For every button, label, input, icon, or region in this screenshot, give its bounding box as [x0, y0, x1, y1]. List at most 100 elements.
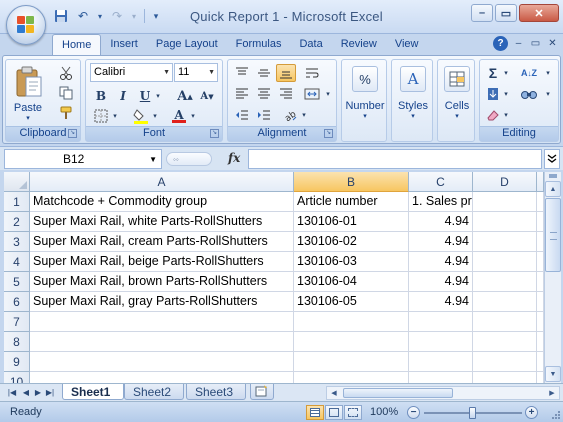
- formula-input[interactable]: [248, 149, 542, 169]
- row-header-10[interactable]: 10: [4, 372, 30, 383]
- vertical-scrollbar[interactable]: ▲ ▼: [544, 172, 561, 383]
- sheet-tab-sheet1[interactable]: Sheet1: [62, 384, 124, 400]
- row-header-7[interactable]: 7: [4, 312, 30, 332]
- cell-d2[interactable]: [473, 212, 537, 232]
- zoom-in-button[interactable]: +: [525, 406, 538, 419]
- cell-c7[interactable]: [409, 312, 473, 332]
- cell-a6[interactable]: Super Maxi Rail, gray Parts-RollShutters: [30, 292, 294, 312]
- autosum-dropdown-icon[interactable]: ▾: [502, 64, 510, 82]
- row-header-8[interactable]: 8: [4, 332, 30, 352]
- cell-c4[interactable]: 4.94: [409, 252, 473, 272]
- next-sheet-icon[interactable]: ▶: [32, 386, 44, 399]
- row-header-3[interactable]: 3: [4, 232, 30, 252]
- align-middle-icon[interactable]: [254, 64, 274, 82]
- cell-d9[interactable]: [473, 352, 537, 372]
- column-header-d[interactable]: D: [473, 172, 537, 192]
- cell-d6[interactable]: [473, 292, 537, 312]
- find-select-icon[interactable]: [516, 85, 542, 103]
- scroll-right-icon[interactable]: ▶: [545, 387, 559, 399]
- clear-dropdown-icon[interactable]: ▾: [502, 106, 510, 124]
- cut-icon[interactable]: [56, 64, 76, 82]
- merge-dropdown-icon[interactable]: ▾: [324, 85, 332, 103]
- orientation-dropdown-icon[interactable]: ▾: [300, 106, 308, 124]
- cell-a10[interactable]: [30, 372, 294, 383]
- page-layout-view-button[interactable]: [325, 405, 343, 420]
- cell-d7[interactable]: [473, 312, 537, 332]
- insert-function-button[interactable]: fx: [228, 151, 240, 165]
- align-top-icon[interactable]: [232, 64, 252, 82]
- workbook-minimize-icon[interactable]: –: [512, 37, 525, 50]
- cell-b5[interactable]: 130106-04: [294, 272, 409, 292]
- shrink-font-button[interactable]: A ▼: [198, 87, 216, 105]
- find-dropdown-icon[interactable]: ▾: [544, 85, 552, 103]
- insert-sheet-icon[interactable]: [250, 384, 274, 400]
- cell-a8[interactable]: [30, 332, 294, 352]
- sort-filter-dropdown-icon[interactable]: ▾: [544, 64, 552, 82]
- cell-d10[interactable]: [473, 372, 537, 383]
- font-color-dropdown-icon[interactable]: ▾: [189, 108, 197, 124]
- tab-view[interactable]: View: [386, 34, 428, 56]
- cell-c5[interactable]: 4.94: [409, 272, 473, 292]
- cell-c6[interactable]: 4.94: [409, 292, 473, 312]
- last-sheet-icon[interactable]: ▶|: [44, 386, 56, 399]
- bold-button[interactable]: B: [92, 87, 110, 105]
- cell-c8[interactable]: [409, 332, 473, 352]
- sheet-tab-sheet2[interactable]: Sheet2: [124, 384, 184, 400]
- help-icon[interactable]: ?: [493, 36, 508, 51]
- borders-dropdown-icon[interactable]: ▾: [111, 108, 119, 124]
- row-header-9[interactable]: 9: [4, 352, 30, 372]
- grow-font-button[interactable]: A ▲: [176, 87, 194, 105]
- cell-a1[interactable]: Matchcode + Commodity group: [30, 192, 294, 212]
- save-icon[interactable]: [52, 8, 70, 24]
- cell-b9[interactable]: [294, 352, 409, 372]
- cell-b1[interactable]: Article number: [294, 192, 409, 212]
- styles-group[interactable]: A Styles ▾: [391, 59, 433, 142]
- font-launcher-icon[interactable]: ↘: [210, 129, 219, 138]
- prev-sheet-icon[interactable]: ◀: [20, 386, 32, 399]
- autosum-icon[interactable]: Σ: [484, 64, 502, 82]
- cell-d4[interactable]: [473, 252, 537, 272]
- fill-icon[interactable]: [484, 85, 502, 103]
- cell-b7[interactable]: [294, 312, 409, 332]
- zoom-out-button[interactable]: −: [407, 406, 420, 419]
- scroll-up-icon[interactable]: ▲: [545, 181, 561, 197]
- tab-home[interactable]: Home: [52, 34, 102, 56]
- tab-data[interactable]: Data: [290, 34, 331, 56]
- clear-icon[interactable]: [484, 106, 502, 124]
- row-header-1[interactable]: 1: [4, 192, 30, 212]
- font-size-dropdown[interactable]: 11 ▼: [174, 63, 218, 82]
- row-header-2[interactable]: 2: [4, 212, 30, 232]
- paste-icon[interactable]: [12, 64, 46, 100]
- increase-indent-icon[interactable]: [254, 106, 274, 124]
- cell-a3[interactable]: Super Maxi Rail, cream Parts-RollShutter…: [30, 232, 294, 252]
- tab-page-layout[interactable]: Page Layout: [147, 34, 227, 56]
- first-sheet-icon[interactable]: |◀: [6, 386, 18, 399]
- column-header-c[interactable]: C: [409, 172, 473, 192]
- format-painter-icon[interactable]: [56, 104, 76, 122]
- cell-b2[interactable]: 130106-01: [294, 212, 409, 232]
- cell-b3[interactable]: 130106-02: [294, 232, 409, 252]
- split-handle[interactable]: [549, 174, 557, 178]
- paste-button[interactable]: Paste: [8, 102, 48, 114]
- tab-insert[interactable]: Insert: [101, 34, 147, 56]
- maximize-button[interactable]: ▭: [495, 4, 517, 22]
- orientation-icon[interactable]: ab: [280, 106, 300, 124]
- page-break-view-button[interactable]: [344, 405, 362, 420]
- sheet-tab-sheet3[interactable]: Sheet3: [186, 384, 246, 400]
- undo-icon[interactable]: ↶: [74, 8, 92, 24]
- cell-a5[interactable]: Super Maxi Rail, brown Parts-RollShutter…: [30, 272, 294, 292]
- horizontal-scroll-thumb[interactable]: [343, 388, 453, 398]
- normal-view-button[interactable]: [306, 405, 324, 420]
- cell-b8[interactable]: [294, 332, 409, 352]
- cell-d3[interactable]: [473, 232, 537, 252]
- font-color-button[interactable]: A: [170, 106, 188, 124]
- cell-b6[interactable]: 130106-05: [294, 292, 409, 312]
- cell-c10[interactable]: [409, 372, 473, 383]
- decrease-indent-icon[interactable]: [232, 106, 252, 124]
- underline-dropdown-icon[interactable]: ▾: [154, 87, 162, 105]
- cell-a9[interactable]: [30, 352, 294, 372]
- paste-dropdown-icon[interactable]: ▾: [8, 114, 48, 122]
- cell-d1[interactable]: [473, 192, 537, 212]
- tab-review[interactable]: Review: [332, 34, 386, 56]
- row-header-6[interactable]: 6: [4, 292, 30, 312]
